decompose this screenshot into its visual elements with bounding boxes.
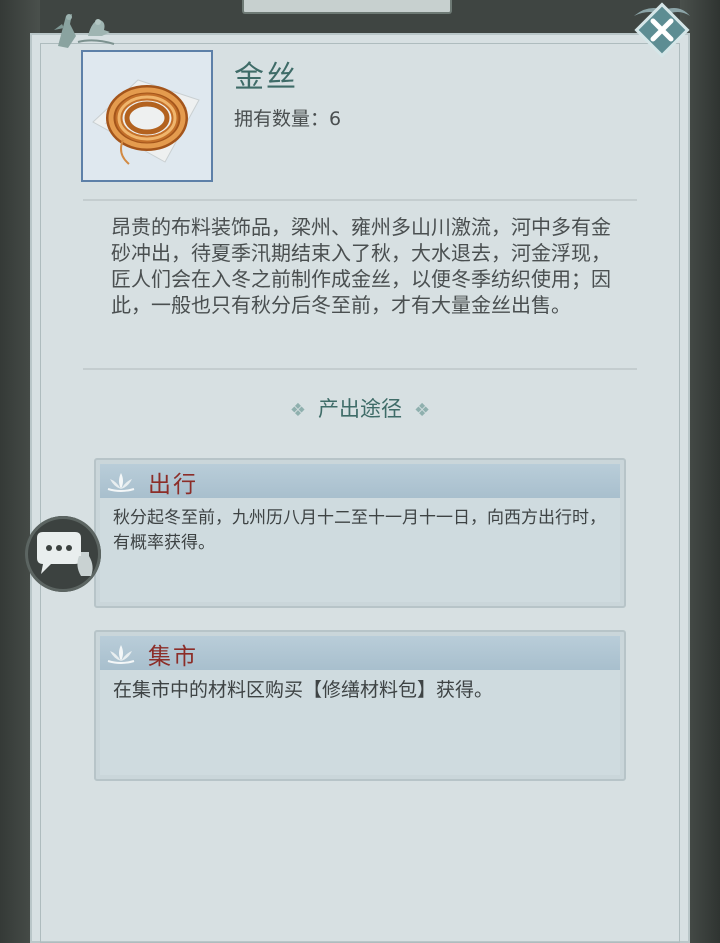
birds-decoration-icon [54, 14, 115, 48]
source-title: 集市 [148, 644, 198, 670]
item-count: 拥有数量：6 [234, 108, 342, 130]
source-title: 出行 [148, 472, 198, 498]
divider [83, 199, 637, 201]
close-icon[interactable] [634, 2, 690, 58]
source-description: 在集市中的材料区购买【修缮材料包】获得。 [113, 679, 494, 701]
item-name: 金丝 [234, 60, 298, 95]
chat-bubble-icon [37, 532, 93, 576]
lotus-icon [107, 473, 135, 492]
item-icon-frame [81, 50, 213, 182]
lotus-icon [107, 645, 135, 664]
source-description: 秋分起冬至前，九州历八月十二至十一月十一日，向西方出行时，有概率获得。 [113, 508, 606, 553]
source-section-header: ❖ 产出途径 ❖ [0, 393, 720, 423]
source-card-body: 秋分起冬至前，九州历八月十二至十一月十一日，向西方出行时，有概率获得。 [100, 498, 620, 602]
ornament-icon: ❖ [289, 400, 306, 421]
item-description: 昂贵的布料装饰品，梁州、雍州多山川激流，河中多有金砂冲出，待夏季汛期结束入了秋，… [111, 215, 611, 317]
gold-thread-icon [92, 79, 200, 165]
source-card-body: 在集市中的材料区购买【修缮材料包】获得。 [100, 670, 620, 775]
ornament-icon: ❖ [414, 400, 431, 421]
source-card-travel: 出行 秋分起冬至前，九州历八月十二至十一月十一日，向西方出行时，有概率获得。 [94, 458, 626, 608]
chat-button[interactable] [25, 516, 101, 592]
source-section-title: 产出途径 [318, 397, 402, 421]
top-tab-decoration [242, 0, 452, 14]
source-card-header: 集市 [100, 636, 620, 670]
source-card-header: 出行 [100, 464, 620, 498]
source-card-market: 集市 在集市中的材料区购买【修缮材料包】获得。 [94, 630, 626, 781]
divider [83, 368, 637, 370]
